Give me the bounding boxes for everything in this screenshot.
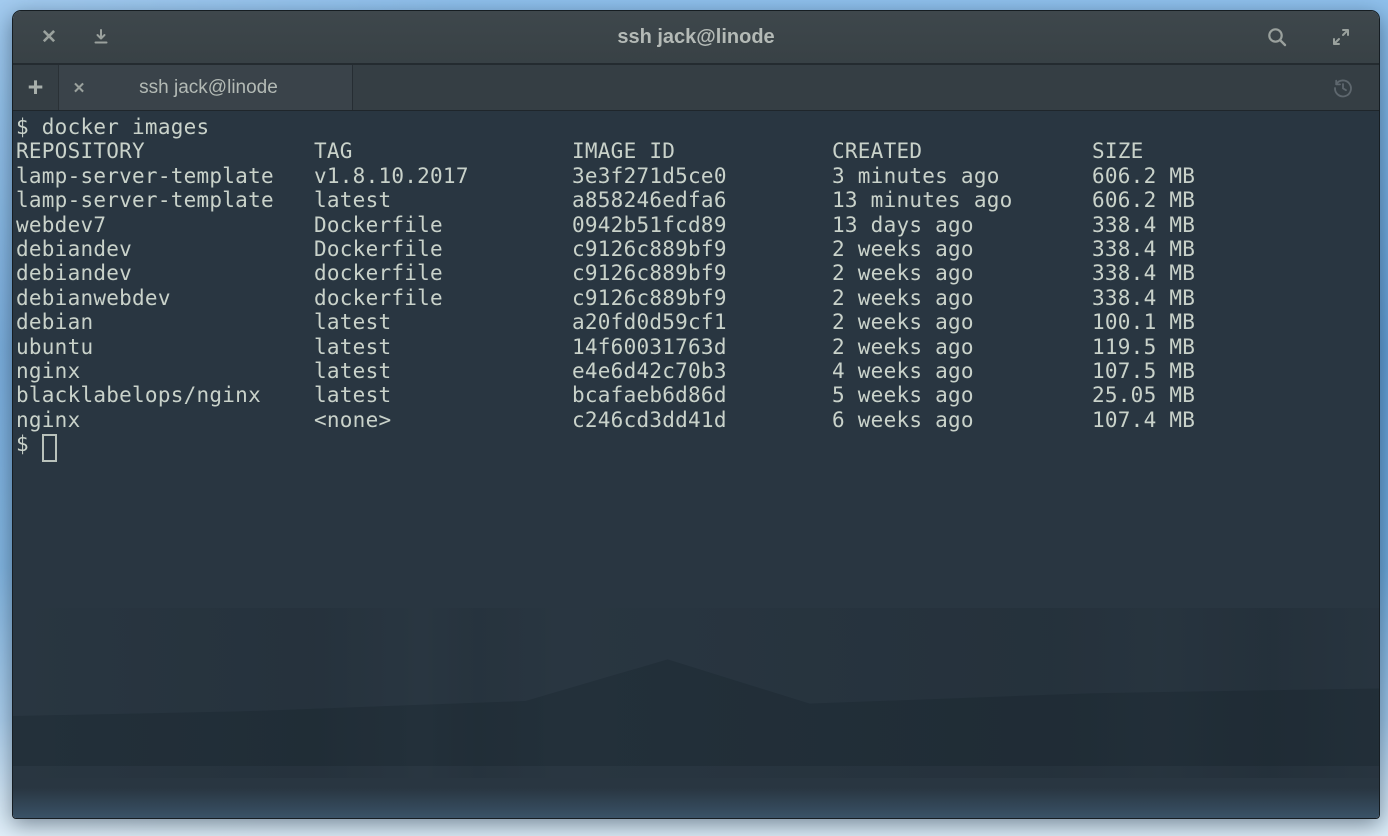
window-title: ssh jack@linode xyxy=(13,26,1379,49)
history-clock-icon xyxy=(1331,76,1355,100)
table-cell: 119.5 MB xyxy=(1092,335,1379,359)
table-cell: lamp-server-template xyxy=(16,164,314,188)
table-cell: webdev7 xyxy=(16,213,314,237)
prompt-line: $ xyxy=(16,432,1379,462)
table-cell: a20fd0d59cf1 xyxy=(572,310,832,334)
table-cell: nginx xyxy=(16,359,314,383)
table-cell: 338.4 MB xyxy=(1092,286,1379,310)
table-cell: c9126c889bf9 xyxy=(572,261,832,285)
table-cell: latest xyxy=(314,335,572,359)
table-cell: 0942b51fcd89 xyxy=(572,213,832,237)
tab-close-button[interactable]: ✕ xyxy=(59,65,99,110)
download-button[interactable] xyxy=(81,17,121,57)
table-cell: c246cd3dd41d xyxy=(572,408,832,432)
prompt-symbol: $ xyxy=(16,432,29,456)
table-cell: debiandev xyxy=(16,261,314,285)
table-cell: 3 minutes ago xyxy=(832,164,1092,188)
table-cell: 2 weeks ago xyxy=(832,261,1092,285)
table-cell: latest xyxy=(314,188,572,212)
command-line: $ docker images xyxy=(16,115,1379,139)
table-cell: SIZE xyxy=(1092,139,1379,163)
window-close-button[interactable]: ✕ xyxy=(29,17,69,57)
table-cell: e4e6d42c70b3 xyxy=(572,359,832,383)
table-cell: 5 weeks ago xyxy=(832,383,1092,407)
table-cell: latest xyxy=(314,383,572,407)
table-cell: nginx xyxy=(16,408,314,432)
table-row: nginx<none>c246cd3dd41d6 weeks ago107.4 … xyxy=(16,408,1379,432)
history-button[interactable] xyxy=(1321,65,1365,110)
table-cell: blacklabelops/nginx xyxy=(16,383,314,407)
titlebar[interactable]: ✕ ssh jack@linode xyxy=(13,11,1379,65)
table-cell: TAG xyxy=(314,139,572,163)
tab-ssh-session[interactable]: ✕ ssh jack@linode xyxy=(59,65,353,110)
terminal-window: ✕ ssh jack@linode xyxy=(12,10,1380,819)
search-button[interactable] xyxy=(1257,17,1297,57)
table-cell: dockerfile xyxy=(314,286,572,310)
table-cell: dockerfile xyxy=(314,261,572,285)
table-cell: 4 weeks ago xyxy=(832,359,1092,383)
table-cell: lamp-server-template xyxy=(16,188,314,212)
close-icon: ✕ xyxy=(41,26,57,49)
table-cell: 100.1 MB xyxy=(1092,310,1379,334)
table-row: ubuntulatest14f60031763d2 weeks ago119.5… xyxy=(16,335,1379,359)
table-cell: 2 weeks ago xyxy=(832,310,1092,334)
table-cell: a858246edfa6 xyxy=(572,188,832,212)
table-cell: debianwebdev xyxy=(16,286,314,310)
table-cell: IMAGE ID xyxy=(572,139,832,163)
table-cell: latest xyxy=(314,310,572,334)
close-icon: ✕ xyxy=(73,79,86,97)
table-row: lamp-server-templatelatesta858246edfa613… xyxy=(16,188,1379,212)
table-cell: v1.8.10.2017 xyxy=(314,164,572,188)
table-row: debiandevDockerfilec9126c889bf92 weeks a… xyxy=(16,237,1379,261)
new-tab-button[interactable]: + xyxy=(13,65,59,110)
table-cell: Dockerfile xyxy=(314,213,572,237)
table-row: debianwebdevdockerfilec9126c889bf92 week… xyxy=(16,286,1379,310)
table-cell: 107.4 MB xyxy=(1092,408,1379,432)
table-cell: c9126c889bf9 xyxy=(572,237,832,261)
table-cell: 13 minutes ago xyxy=(832,188,1092,212)
table-cell: 14f60031763d xyxy=(572,335,832,359)
plus-icon: + xyxy=(28,72,44,103)
table-cell: 606.2 MB xyxy=(1092,188,1379,212)
download-icon xyxy=(92,28,110,46)
table-cell: 6 weeks ago xyxy=(832,408,1092,432)
table-cell: bcafaeb6d86d xyxy=(572,383,832,407)
table-cell: <none> xyxy=(314,408,572,432)
table-cell: 2 weeks ago xyxy=(832,335,1092,359)
table-row: blacklabelops/nginxlatestbcafaeb6d86d5 w… xyxy=(16,383,1379,407)
table-cell: latest xyxy=(314,359,572,383)
table-row: nginxlateste4e6d42c70b34 weeks ago107.5 … xyxy=(16,359,1379,383)
docker-images-table: REPOSITORYTAGIMAGE IDCREATEDSIZElamp-ser… xyxy=(16,139,1379,432)
table-cell: debian xyxy=(16,310,314,334)
table-row: debiandevdockerfilec9126c889bf92 weeks a… xyxy=(16,261,1379,285)
maximize-icon xyxy=(1331,27,1351,47)
tab-bar: + ✕ ssh jack@linode xyxy=(13,65,1379,111)
table-cell: 2 weeks ago xyxy=(832,286,1092,310)
table-cell: 13 days ago xyxy=(832,213,1092,237)
table-cell: 107.5 MB xyxy=(1092,359,1379,383)
table-row: debianlatesta20fd0d59cf12 weeks ago100.1… xyxy=(16,310,1379,334)
table-cell: ubuntu xyxy=(16,335,314,359)
table-cell: c9126c889bf9 xyxy=(572,286,832,310)
table-header-row: REPOSITORYTAGIMAGE IDCREATEDSIZE xyxy=(16,139,1379,163)
table-cell: CREATED xyxy=(832,139,1092,163)
table-cell: REPOSITORY xyxy=(16,139,314,163)
table-cell: 338.4 MB xyxy=(1092,237,1379,261)
terminal-screen[interactable]: $ docker images REPOSITORYTAGIMAGE IDCRE… xyxy=(13,111,1379,818)
table-row: webdev7Dockerfile0942b51fcd8913 days ago… xyxy=(16,213,1379,237)
table-row: lamp-server-templatev1.8.10.20173e3f271d… xyxy=(16,164,1379,188)
table-cell: Dockerfile xyxy=(314,237,572,261)
table-cell: 25.05 MB xyxy=(1092,383,1379,407)
table-cell: 338.4 MB xyxy=(1092,261,1379,285)
maximize-button[interactable] xyxy=(1321,17,1361,57)
table-cell: 606.2 MB xyxy=(1092,164,1379,188)
table-cell: 2 weeks ago xyxy=(832,237,1092,261)
table-cell: 338.4 MB xyxy=(1092,213,1379,237)
tab-label: ssh jack@linode xyxy=(99,77,352,99)
search-icon xyxy=(1266,26,1288,48)
terminal-cursor xyxy=(42,434,57,462)
table-cell: 3e3f271d5ce0 xyxy=(572,164,832,188)
table-cell: debiandev xyxy=(16,237,314,261)
